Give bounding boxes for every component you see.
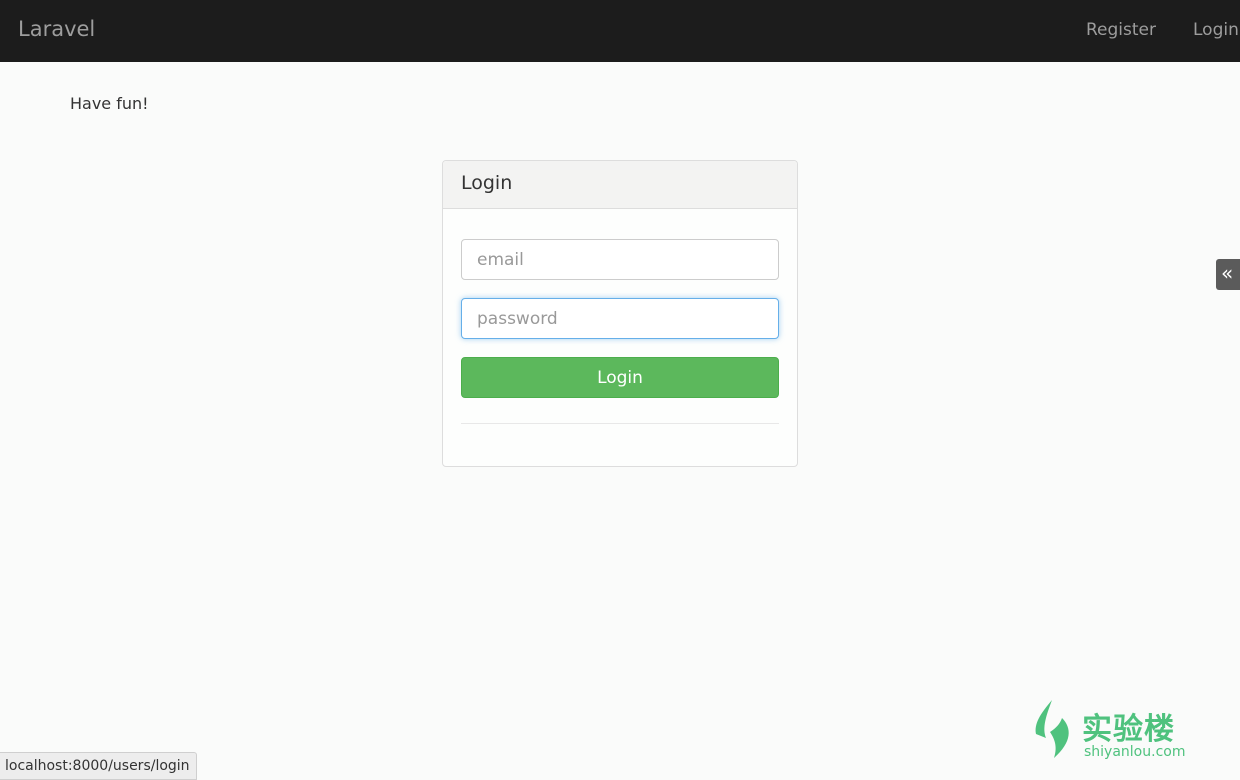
flash-message: Have fun! [70,94,149,113]
password-input[interactable] [461,298,779,339]
shiyanlou-watermark: 实验楼 shiyanlou.com [1032,698,1202,762]
brand-link[interactable]: Laravel [18,17,95,41]
leaf-logo-icon [1035,700,1069,758]
top-navbar: Laravel Register Login [0,0,1240,62]
double-chevron-left-icon[interactable]: « [1216,259,1240,290]
login-panel: Login Login [442,160,798,467]
panel-divider [461,423,779,424]
browser-status-bar: localhost:8000/users/login [0,752,197,780]
watermark-url: shiyanlou.com [1084,744,1186,760]
login-panel-title: Login [443,161,797,209]
login-button[interactable]: Login [461,357,779,398]
email-input[interactable] [461,239,779,280]
login-link[interactable]: Login [1193,20,1239,40]
register-link[interactable]: Register [1086,20,1156,40]
watermark-name: 实验楼 [1082,712,1175,747]
